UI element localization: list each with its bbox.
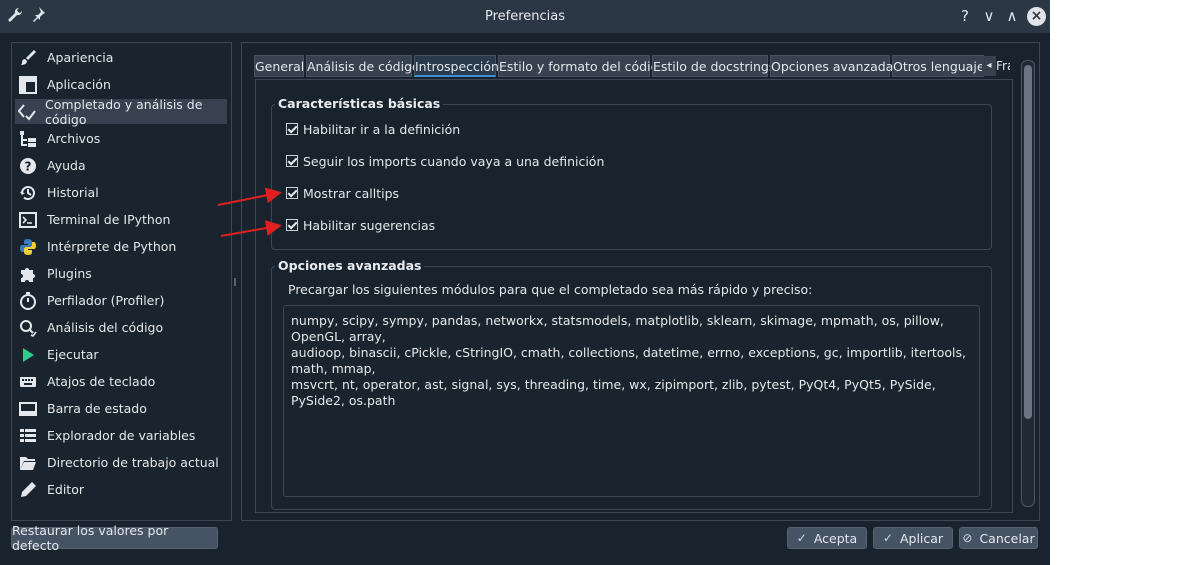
arrow-hover-hints bbox=[220, 220, 282, 237]
annotation-arrows bbox=[217, 187, 282, 237]
arrow-calltips bbox=[217, 187, 282, 206]
